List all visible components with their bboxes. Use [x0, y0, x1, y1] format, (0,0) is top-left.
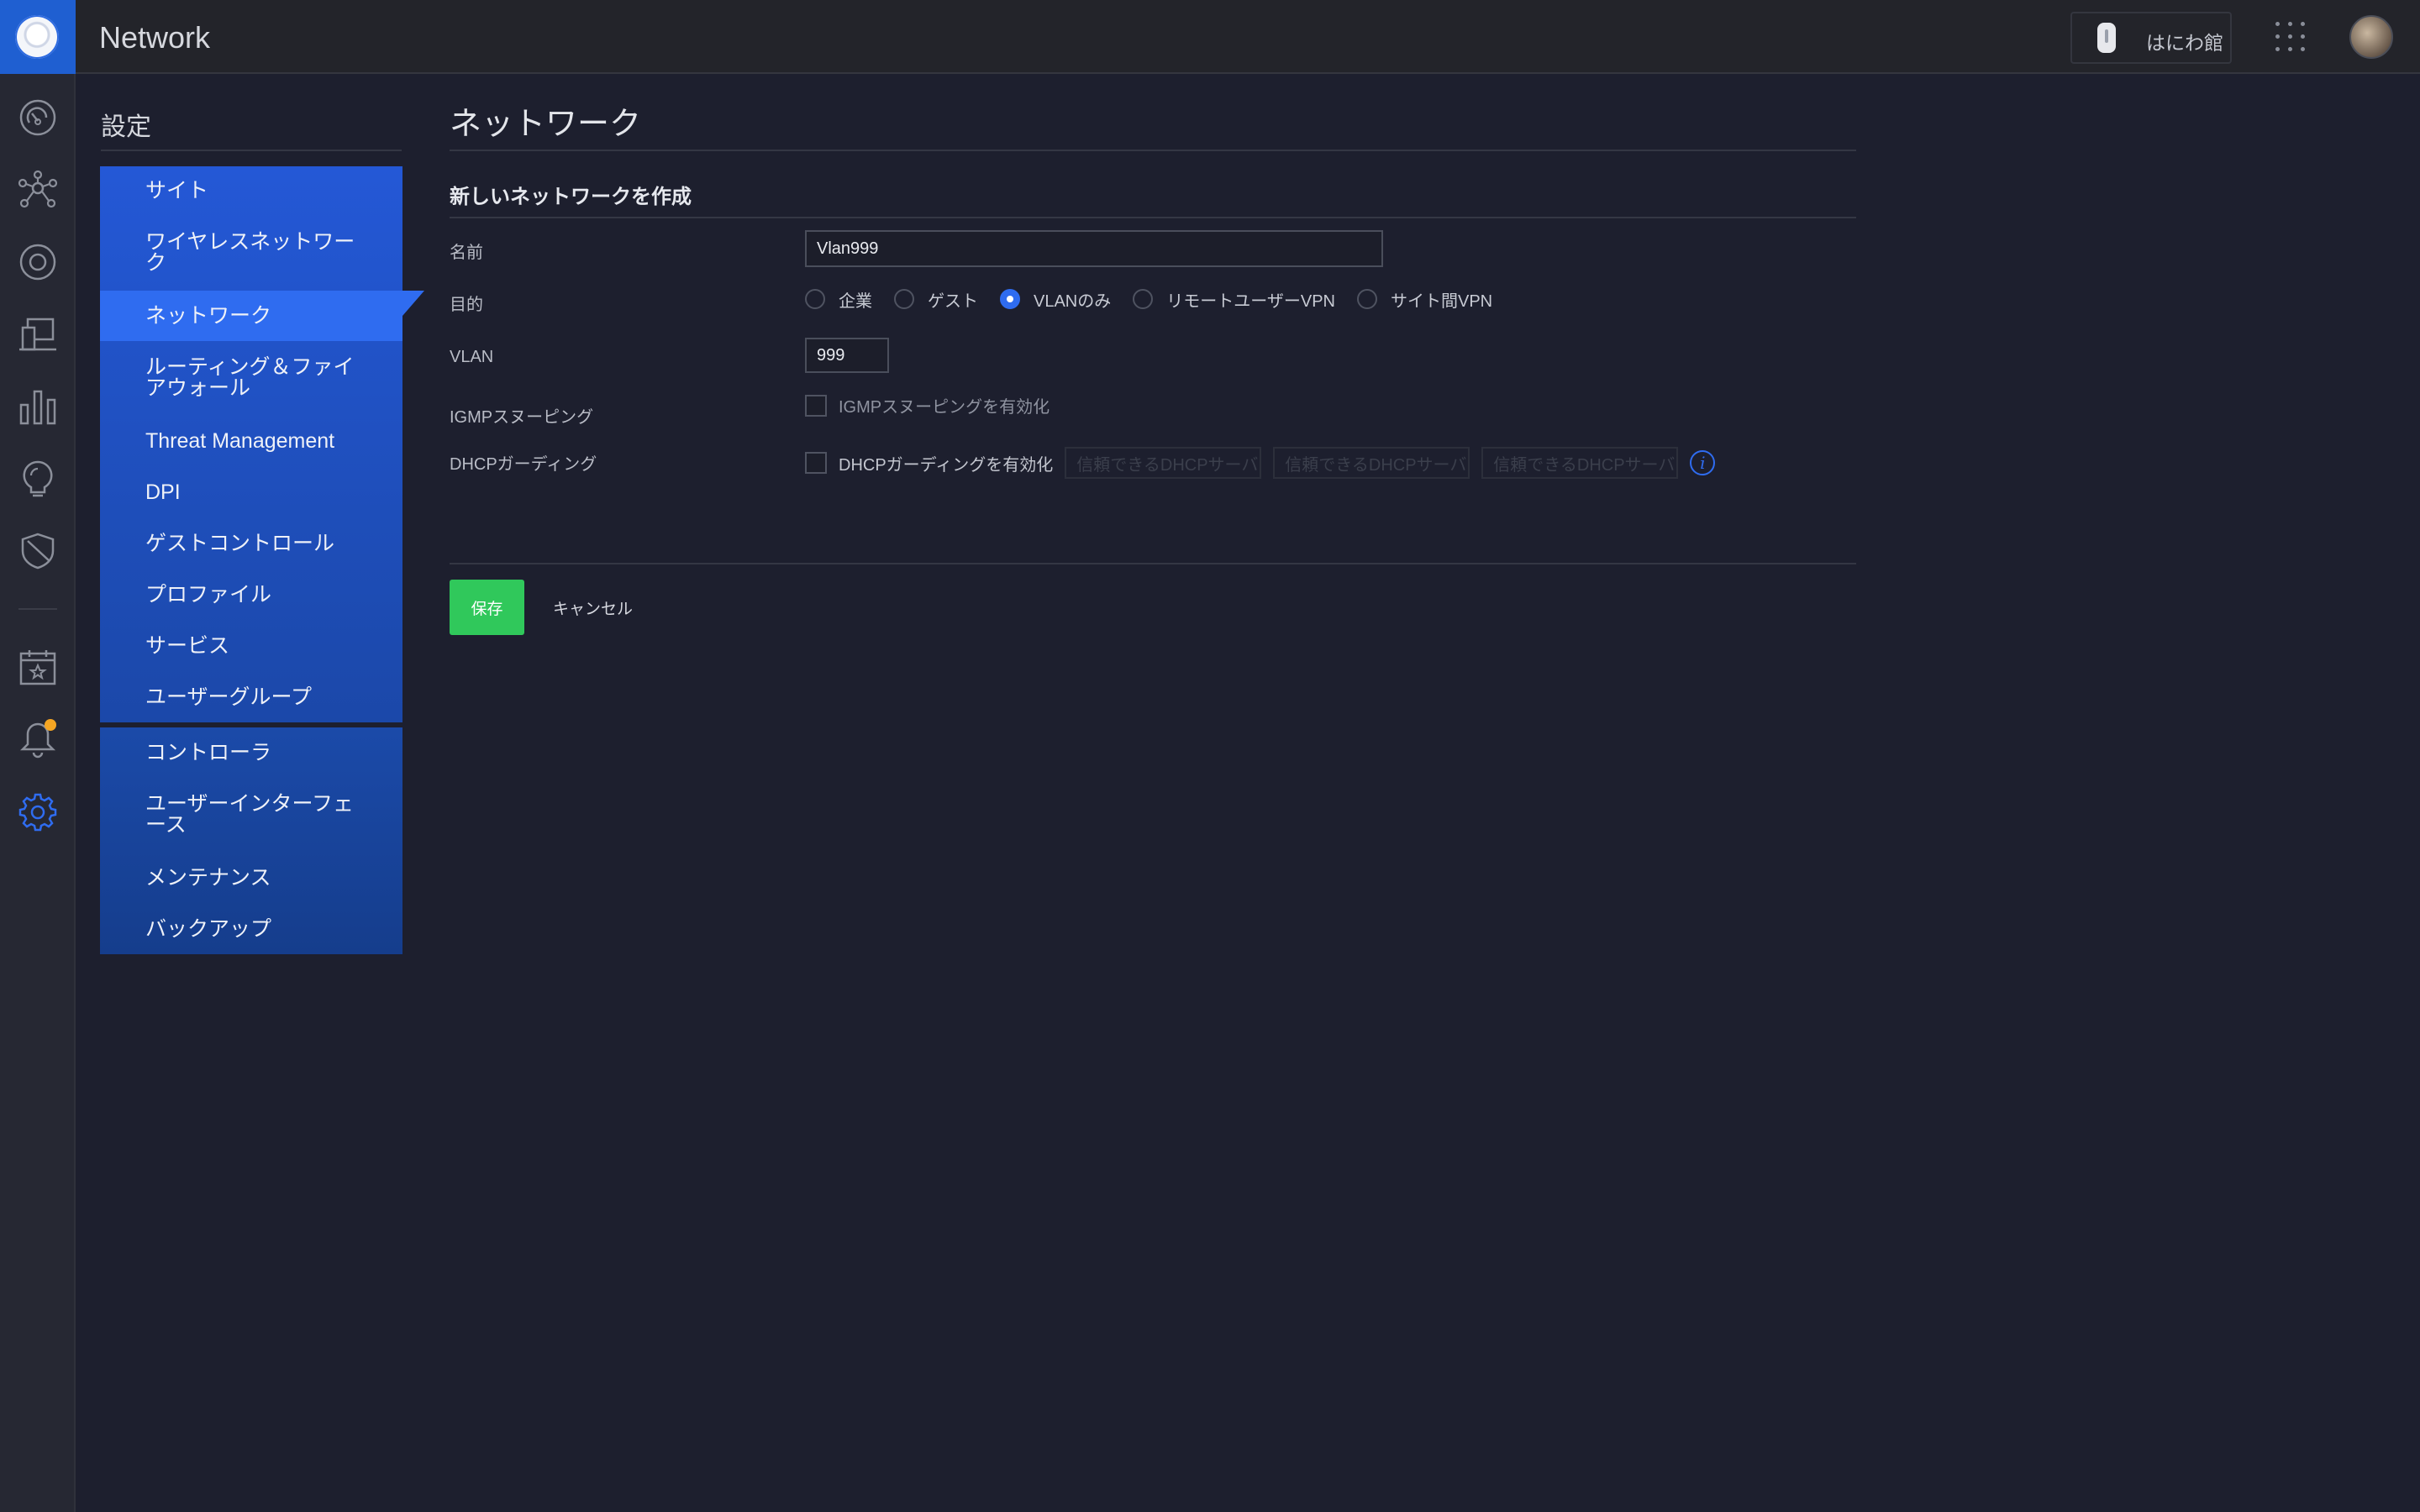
security-icon[interactable] [18, 531, 58, 571]
purpose-radio-group: 企業 ゲスト VLANのみ リモートユーザーVPN サイト間VPN [805, 287, 1514, 311]
menu-item-controller[interactable]: コントローラ [100, 727, 402, 778]
menu-item-threat-management[interactable]: Threat Management [100, 415, 402, 467]
name-label: 名前 [450, 244, 483, 262]
settings-icon[interactable] [18, 791, 58, 832]
purpose-radio-corporate[interactable]: 企業 [805, 287, 872, 312]
menu-item-user-interface[interactable]: ユーザーインターフェース [100, 778, 402, 852]
vlan-id-input[interactable] [805, 338, 889, 373]
app-title: Network [99, 20, 211, 55]
menu-item-networks[interactable]: ネットワーク [100, 291, 424, 341]
cloud-key-icon [2097, 23, 2116, 53]
menu-item-services[interactable]: サービス [100, 620, 402, 672]
left-nav-rail [0, 74, 76, 1512]
menu-item-dpi[interactable]: DPI [100, 467, 402, 517]
purpose-radio-remote-user-vpn[interactable]: リモートユーザーVPN [1133, 287, 1335, 312]
vlan-label: VLAN [450, 348, 494, 366]
dhcp-guarding-checkbox[interactable] [805, 452, 827, 474]
dashboard-icon[interactable] [18, 97, 58, 138]
settings-divider [101, 150, 402, 151]
radio-dot [1133, 289, 1154, 309]
radio-dot [1356, 289, 1377, 309]
menu-item-routing-firewall[interactable]: ルーティング＆ファイアウォール [100, 341, 402, 415]
info-icon[interactable]: i [1690, 450, 1716, 475]
purpose-radio-vlan-only[interactable]: VLANのみ [1000, 287, 1111, 312]
dhcp-guarding-label: DHCPガーディング [450, 455, 597, 474]
insights-icon[interactable] [18, 459, 58, 499]
settings-menu-primary: サイト ワイヤレスネットワーク ネットワーク ルーティング＆ファイアウォール T… [100, 166, 424, 722]
network-name-input[interactable] [805, 230, 1383, 267]
trusted-dhcp-server-2-input[interactable]: 信頼できるDHCPサーバ [1273, 447, 1470, 479]
menu-item-backup[interactable]: バックアップ [100, 904, 402, 954]
page-title: ネットワーク [450, 107, 642, 142]
top-bar: Network はにわ館 [0, 0, 2420, 74]
logo-icon [15, 15, 59, 59]
menu-item-user-groups[interactable]: ユーザーグループ [100, 672, 402, 722]
dhcp-guarding-row: DHCPガーディングを有効化 信頼できるDHCPサーバ 信頼できるDHCPサーバ… [805, 447, 1716, 479]
form-footer-divider [450, 563, 1856, 564]
menu-item-profiles[interactable]: プロファイル [100, 570, 402, 620]
radio-dot [805, 289, 825, 309]
purpose-radio-site-to-site-vpn[interactable]: サイト間VPN [1356, 287, 1492, 312]
topology-icon[interactable] [18, 170, 58, 210]
settings-menu-secondary: コントローラ ユーザーインターフェース メンテナンス バックアップ [100, 727, 402, 954]
cancel-button[interactable]: キャンセル [538, 580, 648, 635]
site-selector[interactable]: はにわ館 [2070, 12, 2232, 64]
ubiquiti-logo[interactable] [0, 0, 76, 74]
settings-title: 設定 [101, 113, 151, 141]
events-icon[interactable] [18, 647, 58, 687]
trusted-dhcp-server-1-input[interactable]: 信頼できるDHCPサーバ [1065, 447, 1262, 479]
title-divider [450, 150, 1856, 151]
purpose-radio-guest[interactable]: ゲスト [894, 287, 978, 312]
save-button[interactable]: 保存 [450, 580, 524, 635]
app-grid-icon[interactable] [2275, 22, 2306, 52]
menu-item-guest-control[interactable]: ゲストコントロール [100, 517, 402, 570]
user-avatar[interactable] [2349, 15, 2393, 59]
notification-badge [45, 719, 56, 731]
statistics-icon[interactable] [18, 386, 58, 427]
menu-item-wireless-networks[interactable]: ワイヤレスネットワーク [100, 215, 402, 291]
igmp-label: IGMPスヌーピング [450, 408, 594, 427]
section-divider [450, 217, 1856, 218]
alerts-icon[interactable] [18, 719, 58, 759]
igmp-snooping-checkbox[interactable] [805, 394, 827, 417]
section-title: 新しいネットワークを作成 [450, 186, 692, 208]
rail-divider [18, 608, 57, 610]
menu-item-maintenance[interactable]: メンテナンス [100, 852, 402, 904]
menu-item-site[interactable]: サイト [100, 166, 402, 215]
clients-icon[interactable] [18, 314, 58, 354]
purpose-label: 目的 [450, 296, 483, 314]
devices-icon[interactable] [18, 242, 58, 282]
trusted-dhcp-server-3-input[interactable]: 信頼できるDHCPサーバ [1481, 447, 1679, 479]
igmp-snooping-checkbox-label: IGMPスヌーピングを有効化 [839, 398, 1050, 417]
igmp-snooping-row: IGMPスヌーピングを有効化 [805, 393, 1050, 417]
dhcp-guarding-checkbox-label: DHCPガーディングを有効化 [839, 455, 1054, 475]
radio-dot [894, 289, 914, 309]
site-name: はにわ館 [2146, 32, 2223, 54]
radio-dot [1000, 289, 1020, 309]
